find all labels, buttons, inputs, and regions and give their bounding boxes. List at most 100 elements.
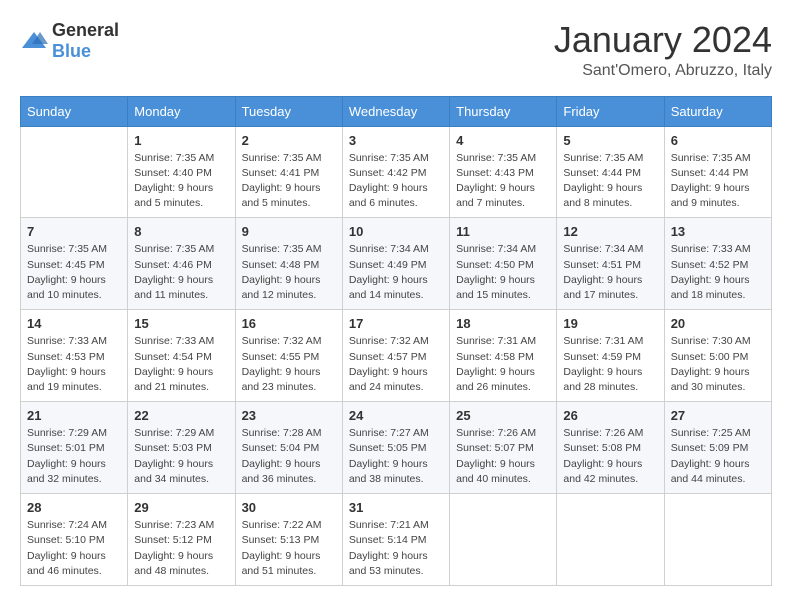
cell-info: Sunrise: 7:34 AM Sunset: 4:51 PM Dayligh…	[563, 242, 657, 303]
cell-info: Sunrise: 7:28 AM Sunset: 5:04 PM Dayligh…	[242, 426, 336, 487]
week-row-5: 28 Sunrise: 7:24 AM Sunset: 5:10 PM Dayli…	[21, 494, 772, 586]
cell-info: Sunrise: 7:35 AM Sunset: 4:41 PM Dayligh…	[242, 151, 336, 212]
cell-info: Sunrise: 7:31 AM Sunset: 4:59 PM Dayligh…	[563, 334, 657, 395]
calendar-cell: 29 Sunrise: 7:23 AM Sunset: 5:12 PM Dayli…	[128, 494, 235, 586]
day-number: 23	[242, 408, 336, 423]
day-header-monday: Monday	[128, 96, 235, 126]
day-number: 31	[349, 500, 443, 515]
calendar-cell: 3 Sunrise: 7:35 AM Sunset: 4:42 PM Daylig…	[342, 126, 449, 218]
cell-info: Sunrise: 7:32 AM Sunset: 4:57 PM Dayligh…	[349, 334, 443, 395]
calendar-cell: 17 Sunrise: 7:32 AM Sunset: 4:57 PM Dayli…	[342, 310, 449, 402]
logo: General Blue	[20, 20, 119, 62]
day-number: 26	[563, 408, 657, 423]
cell-info: Sunrise: 7:24 AM Sunset: 5:10 PM Dayligh…	[27, 518, 121, 579]
day-number: 15	[134, 316, 228, 331]
day-number: 13	[671, 224, 765, 239]
header-row: SundayMondayTuesdayWednesdayThursdayFrid…	[21, 96, 772, 126]
calendar-cell: 6 Sunrise: 7:35 AM Sunset: 4:44 PM Daylig…	[664, 126, 771, 218]
calendar-cell: 21Sunrise: 7:29 AM Sunset: 5:01 PM Dayli…	[21, 402, 128, 494]
calendar-cell: 11 Sunrise: 7:34 AM Sunset: 4:50 PM Dayli…	[450, 218, 557, 310]
cell-info: Sunrise: 7:35 AM Sunset: 4:44 PM Dayligh…	[563, 151, 657, 212]
day-number: 8	[134, 224, 228, 239]
day-header-wednesday: Wednesday	[342, 96, 449, 126]
calendar-cell: 8Sunrise: 7:35 AM Sunset: 4:46 PM Daylig…	[128, 218, 235, 310]
calendar-cell: 7Sunrise: 7:35 AM Sunset: 4:45 PM Daylig…	[21, 218, 128, 310]
calendar-cell: 10 Sunrise: 7:34 AM Sunset: 4:49 PM Dayli…	[342, 218, 449, 310]
day-number: 19	[563, 316, 657, 331]
calendar-cell	[557, 494, 664, 586]
day-header-sunday: Sunday	[21, 96, 128, 126]
calendar-cell: 31Sunrise: 7:21 AM Sunset: 5:14 PM Dayli…	[342, 494, 449, 586]
calendar-header: SundayMondayTuesdayWednesdayThursdayFrid…	[21, 96, 772, 126]
calendar-cell: 9 Sunrise: 7:35 AM Sunset: 4:48 PM Daylig…	[235, 218, 342, 310]
calendar-cell: 2 Sunrise: 7:35 AM Sunset: 4:41 PM Daylig…	[235, 126, 342, 218]
calendar-cell: 26 Sunrise: 7:26 AM Sunset: 5:08 PM Dayli…	[557, 402, 664, 494]
logo-blue: Blue	[52, 41, 91, 61]
cell-info: Sunrise: 7:23 AM Sunset: 5:12 PM Dayligh…	[134, 518, 228, 579]
cell-info: Sunrise: 7:29 AM Sunset: 5:03 PM Dayligh…	[134, 426, 228, 487]
calendar-cell: 24 Sunrise: 7:27 AM Sunset: 5:05 PM Dayli…	[342, 402, 449, 494]
calendar-cell: 30 Sunrise: 7:22 AM Sunset: 5:13 PM Dayli…	[235, 494, 342, 586]
cell-info: Sunrise: 7:34 AM Sunset: 4:49 PM Dayligh…	[349, 242, 443, 303]
day-number: 11	[456, 224, 550, 239]
cell-info: Sunrise: 7:33 AM Sunset: 4:52 PM Dayligh…	[671, 242, 765, 303]
calendar-cell: 15 Sunrise: 7:33 AM Sunset: 4:54 PM Dayli…	[128, 310, 235, 402]
day-number: 6	[671, 133, 765, 148]
calendar-cell: 12 Sunrise: 7:34 AM Sunset: 4:51 PM Dayli…	[557, 218, 664, 310]
calendar-cell: 20Sunrise: 7:30 AM Sunset: 5:00 PM Dayli…	[664, 310, 771, 402]
cell-info: Sunrise: 7:33 AM Sunset: 4:53 PM Dayligh…	[27, 334, 121, 395]
day-number: 20	[671, 316, 765, 331]
cell-info: Sunrise: 7:35 AM Sunset: 4:48 PM Dayligh…	[242, 242, 336, 303]
day-number: 17	[349, 316, 443, 331]
week-row-3: 14Sunrise: 7:33 AM Sunset: 4:53 PM Dayli…	[21, 310, 772, 402]
cell-info: Sunrise: 7:33 AM Sunset: 4:54 PM Dayligh…	[134, 334, 228, 395]
cell-info: Sunrise: 7:35 AM Sunset: 4:45 PM Dayligh…	[27, 242, 121, 303]
cell-info: Sunrise: 7:22 AM Sunset: 5:13 PM Dayligh…	[242, 518, 336, 579]
day-number: 1	[134, 133, 228, 148]
calendar-cell: 1 Sunrise: 7:35 AM Sunset: 4:40 PM Daylig…	[128, 126, 235, 218]
day-number: 24	[349, 408, 443, 423]
day-number: 9	[242, 224, 336, 239]
month-title: January 2024	[554, 20, 772, 60]
cell-info: Sunrise: 7:35 AM Sunset: 4:43 PM Dayligh…	[456, 151, 550, 212]
cell-info: Sunrise: 7:26 AM Sunset: 5:08 PM Dayligh…	[563, 426, 657, 487]
calendar-cell: 14Sunrise: 7:33 AM Sunset: 4:53 PM Dayli…	[21, 310, 128, 402]
calendar-cell: 5 Sunrise: 7:35 AM Sunset: 4:44 PM Daylig…	[557, 126, 664, 218]
day-number: 29	[134, 500, 228, 515]
logo-text: General Blue	[52, 20, 119, 62]
cell-info: Sunrise: 7:27 AM Sunset: 5:05 PM Dayligh…	[349, 426, 443, 487]
day-header-tuesday: Tuesday	[235, 96, 342, 126]
cell-info: Sunrise: 7:26 AM Sunset: 5:07 PM Dayligh…	[456, 426, 550, 487]
day-number: 5	[563, 133, 657, 148]
calendar-cell: 13 Sunrise: 7:33 AM Sunset: 4:52 PM Dayli…	[664, 218, 771, 310]
calendar-cell: 19 Sunrise: 7:31 AM Sunset: 4:59 PM Dayli…	[557, 310, 664, 402]
cell-info: Sunrise: 7:31 AM Sunset: 4:58 PM Dayligh…	[456, 334, 550, 395]
calendar-cell	[450, 494, 557, 586]
cell-info: Sunrise: 7:35 AM Sunset: 4:44 PM Dayligh…	[671, 151, 765, 212]
day-number: 3	[349, 133, 443, 148]
day-number: 10	[349, 224, 443, 239]
cell-info: Sunrise: 7:34 AM Sunset: 4:50 PM Dayligh…	[456, 242, 550, 303]
cell-info: Sunrise: 7:32 AM Sunset: 4:55 PM Dayligh…	[242, 334, 336, 395]
day-header-friday: Friday	[557, 96, 664, 126]
day-number: 2	[242, 133, 336, 148]
cell-info: Sunrise: 7:35 AM Sunset: 4:42 PM Dayligh…	[349, 151, 443, 212]
location: Sant'Omero, Abruzzo, Italy	[554, 62, 772, 80]
day-number: 4	[456, 133, 550, 148]
cell-info: Sunrise: 7:25 AM Sunset: 5:09 PM Dayligh…	[671, 426, 765, 487]
day-number: 25	[456, 408, 550, 423]
calendar-table: SundayMondayTuesdayWednesdayThursdayFrid…	[20, 96, 772, 586]
week-row-4: 21Sunrise: 7:29 AM Sunset: 5:01 PM Dayli…	[21, 402, 772, 494]
calendar-cell	[664, 494, 771, 586]
calendar-cell: 16Sunrise: 7:32 AM Sunset: 4:55 PM Dayli…	[235, 310, 342, 402]
calendar-cell: 28 Sunrise: 7:24 AM Sunset: 5:10 PM Dayli…	[21, 494, 128, 586]
day-number: 12	[563, 224, 657, 239]
day-number: 30	[242, 500, 336, 515]
day-number: 28	[27, 500, 121, 515]
cell-info: Sunrise: 7:35 AM Sunset: 4:40 PM Dayligh…	[134, 151, 228, 212]
day-number: 21	[27, 408, 121, 423]
week-row-1: 1 Sunrise: 7:35 AM Sunset: 4:40 PM Daylig…	[21, 126, 772, 218]
day-header-thursday: Thursday	[450, 96, 557, 126]
calendar-cell: 22Sunrise: 7:29 AM Sunset: 5:03 PM Dayli…	[128, 402, 235, 494]
calendar-cell: 18Sunrise: 7:31 AM Sunset: 4:58 PM Dayli…	[450, 310, 557, 402]
